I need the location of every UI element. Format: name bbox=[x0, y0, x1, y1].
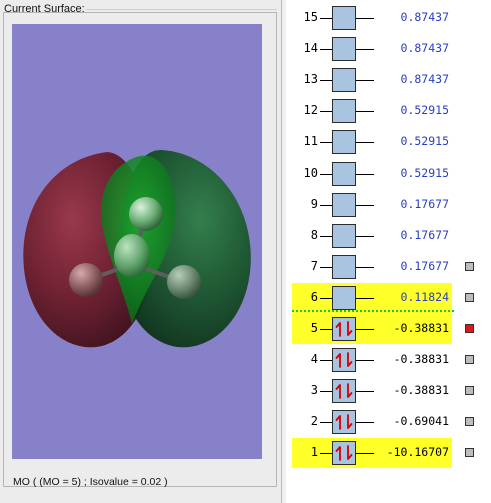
mo-index: 12 bbox=[303, 103, 318, 118]
orbital-level-box-occupied[interactable] bbox=[332, 348, 356, 373]
central-atom bbox=[114, 234, 150, 278]
mo-row-2[interactable]: 2 -0.69041 bbox=[292, 407, 491, 437]
mo-row-10[interactable]: 10 0.52915 bbox=[292, 159, 491, 189]
level-lead-line bbox=[320, 266, 332, 268]
electron-pair-icon bbox=[335, 414, 353, 431]
mo-row-3[interactable]: 3 -0.38831 bbox=[292, 376, 491, 406]
mo-index: 15 bbox=[303, 10, 318, 24]
orbital-level-box-occupied[interactable] bbox=[332, 410, 356, 435]
mo-row-9[interactable]: 9 0.17677 bbox=[292, 190, 491, 220]
level-lead-line bbox=[320, 422, 332, 424]
orbital-energy: 0.87437 bbox=[400, 41, 449, 56]
orbital-energy: -0.38831 bbox=[393, 352, 449, 367]
molecule-viewport[interactable] bbox=[12, 24, 262, 459]
mo-index: 13 bbox=[303, 72, 318, 87]
mo-row-11[interactable]: 11 0.52915 bbox=[292, 127, 491, 157]
mo-row-8[interactable]: 8 0.17677 bbox=[292, 221, 491, 251]
orbital-energy: 0.17677 bbox=[400, 227, 449, 242]
orbital-select-marker[interactable] bbox=[465, 355, 474, 365]
level-lead-line bbox=[320, 235, 332, 237]
panel-title: Current Surface: bbox=[4, 3, 85, 15]
level-lead-line bbox=[320, 80, 332, 82]
electron-pair-icon bbox=[335, 383, 353, 400]
mo-index: 1 bbox=[310, 445, 318, 460]
orbital-level-box[interactable] bbox=[332, 285, 356, 310]
orbital-level-box[interactable] bbox=[332, 254, 356, 279]
mo-row-7[interactable]: 7 0.17677 bbox=[292, 252, 491, 282]
selected-orbital-marker[interactable] bbox=[465, 324, 474, 333]
orbital-energy: 0.52915 bbox=[400, 134, 449, 149]
mo-row-6[interactable]: 6 0.11824 bbox=[292, 282, 491, 313]
mo-index: 3 bbox=[310, 383, 318, 398]
mo-index: 11 bbox=[303, 134, 318, 149]
orbital-level-box[interactable] bbox=[332, 37, 356, 62]
mo-index: 2 bbox=[310, 414, 318, 429]
orbital-level-box[interactable] bbox=[332, 223, 356, 248]
hydrogen-atom-left bbox=[69, 263, 103, 297]
level-lead-line bbox=[320, 453, 332, 455]
mo-row-5[interactable]: 5 -0.38831 bbox=[292, 314, 491, 344]
orbital-energy: 0.87437 bbox=[400, 72, 449, 87]
orbital-level-box[interactable] bbox=[332, 161, 356, 186]
orbital-energy: -0.38831 bbox=[393, 321, 449, 335]
orbital-energy: -0.69041 bbox=[393, 414, 449, 429]
mo-row-12[interactable]: 12 0.52915 bbox=[292, 96, 491, 126]
orbital-level-box[interactable] bbox=[332, 99, 356, 124]
mo-index: 6 bbox=[310, 289, 318, 304]
level-lead-line bbox=[320, 391, 332, 393]
mo-index: 5 bbox=[310, 321, 318, 335]
orbital-select-marker[interactable] bbox=[465, 386, 474, 396]
orbital-level-box[interactable] bbox=[332, 68, 356, 93]
status-text: MO ( (MO = 5) ; Isovalue = 0.02 ) bbox=[13, 476, 168, 488]
electron-pair-icon bbox=[335, 352, 353, 368]
mo-index: 4 bbox=[310, 352, 318, 367]
mo-row-13[interactable]: 13 0.87437 bbox=[292, 65, 491, 95]
orbital-select-marker[interactable] bbox=[465, 417, 474, 427]
level-lead-line bbox=[320, 360, 332, 362]
hydrogen-atom-top bbox=[129, 197, 163, 231]
level-lead-line bbox=[320, 297, 332, 299]
mo-index: 9 bbox=[310, 196, 318, 211]
mo-index: 8 bbox=[310, 227, 318, 242]
orbital-energy: 0.87437 bbox=[400, 10, 449, 24]
electron-pair-icon bbox=[335, 445, 353, 462]
level-lead-line bbox=[320, 18, 332, 19]
molecular-orbital-render bbox=[23, 149, 251, 348]
mo-index: 7 bbox=[310, 258, 318, 273]
mo-row-14[interactable]: 14 0.87437 bbox=[292, 34, 491, 64]
mo-row-4[interactable]: 4 -0.38831 bbox=[292, 345, 491, 375]
orbital-level-box[interactable] bbox=[332, 192, 356, 217]
mo-row-1[interactable]: 1 -10.16707 bbox=[292, 438, 491, 469]
orbital-energy: 0.17677 bbox=[400, 196, 449, 211]
orbital-energy: -0.38831 bbox=[393, 383, 449, 398]
orbital-select-marker[interactable] bbox=[465, 448, 474, 458]
orbital-energy: -10.16707 bbox=[386, 445, 449, 460]
orbital-level-box[interactable] bbox=[332, 130, 356, 155]
orbital-level-box-occupied[interactable] bbox=[332, 379, 356, 404]
level-lead-line bbox=[320, 204, 332, 206]
level-lead-line bbox=[320, 49, 332, 51]
orbital-energy: 0.52915 bbox=[400, 165, 449, 180]
level-lead-line bbox=[320, 111, 332, 113]
orbital-select-marker[interactable] bbox=[465, 261, 474, 271]
orbital-energy: 0.17677 bbox=[400, 258, 449, 273]
level-lead-line bbox=[320, 173, 332, 175]
orbital-energy: 0.11824 bbox=[400, 289, 449, 304]
orbital-level-box[interactable] bbox=[332, 6, 356, 30]
title-divider bbox=[86, 9, 277, 10]
orbital-select-marker[interactable] bbox=[465, 292, 474, 302]
level-lead-line bbox=[320, 142, 332, 144]
hydrogen-atom-right bbox=[167, 265, 201, 299]
surface-panel: Current Surface: MO ((MO = 5) ; Isovalu… bbox=[0, 0, 282, 503]
mo-index: 14 bbox=[303, 41, 318, 56]
mo-row-15[interactable]: 15 0.87437 bbox=[292, 3, 491, 33]
orbital-level-box-occupied[interactable] bbox=[332, 441, 356, 466]
orbital-energy: 0.52915 bbox=[400, 103, 449, 118]
mo-index: 10 bbox=[303, 165, 318, 180]
homo-lumo-divider bbox=[292, 310, 454, 312]
electron-pair-icon bbox=[335, 321, 353, 337]
level-lead-line bbox=[320, 329, 332, 330]
orbital-level-box-occupied[interactable] bbox=[332, 317, 356, 341]
